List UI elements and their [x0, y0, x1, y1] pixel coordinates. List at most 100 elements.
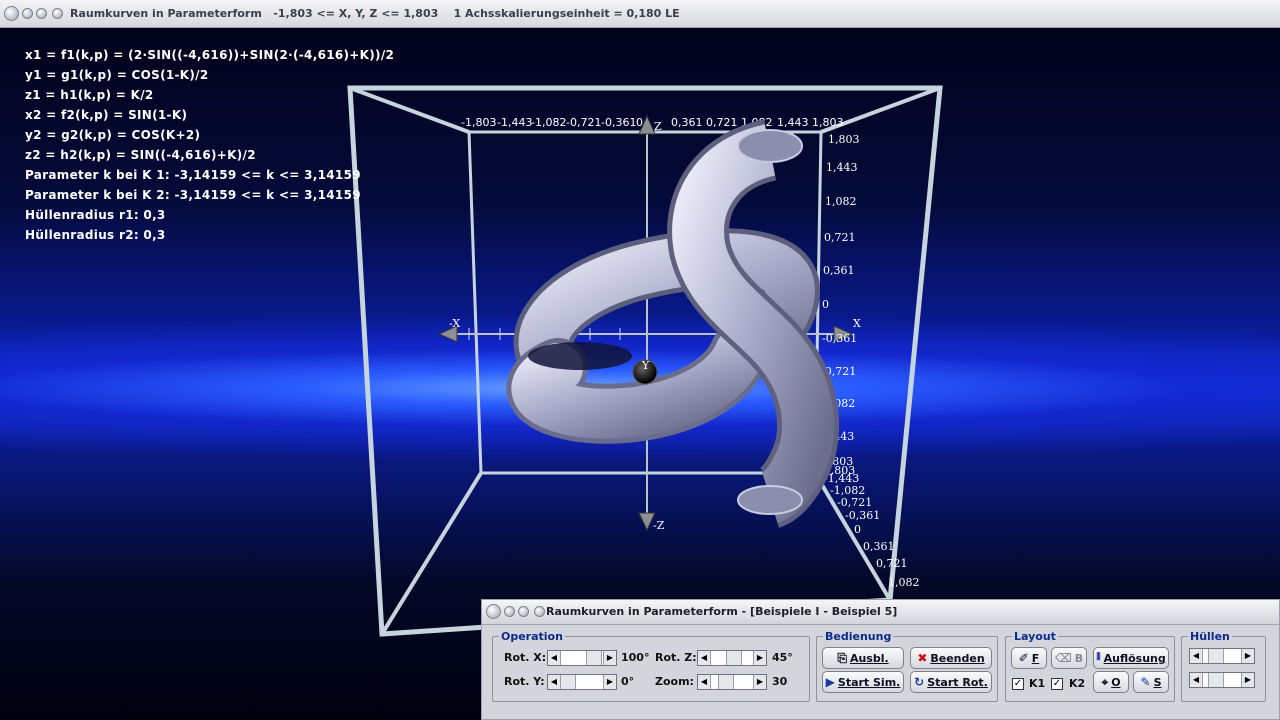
- operation-group: Operation: [492, 630, 810, 702]
- layout-legend: Layout: [1014, 630, 1056, 643]
- control-window-controls: [486, 604, 545, 619]
- arrow-right-icon[interactable]: ▶: [603, 675, 616, 689]
- eraser-icon: ⌫: [1054, 651, 1072, 665]
- rot-z-label: Rot. Z:: [655, 651, 697, 664]
- arrow-right-icon[interactable]: ▶: [603, 651, 616, 665]
- formula-line: Parameter k bei K 2: -3,14159 <= k <= 3,…: [25, 188, 361, 202]
- formula-line: y2 = g2(k,p) = COS(K+2): [25, 128, 201, 142]
- x-axis-label: X: [853, 317, 861, 330]
- z-tick-label: 0,721: [824, 231, 856, 244]
- control-titlebar[interactable]: Raumkurven in Parameterform - [Beispiele…: [482, 600, 1279, 625]
- x-tick-label: 1,803: [812, 116, 844, 129]
- formula-line: x2 = f2(k,p) = SIN(1-K): [25, 108, 188, 122]
- formula-line: y1 = g1(k,p) = COS(1-K)/2: [25, 68, 209, 82]
- zoom-value: 30: [772, 675, 788, 688]
- rot-x-value: 100°: [621, 651, 650, 664]
- y-tick-label: -0,721: [837, 496, 872, 509]
- formula-line: Hüllenradius r1: 0,3: [25, 208, 166, 222]
- arrow-right-icon[interactable]: ▶: [753, 675, 766, 689]
- formula-line: z1 = h1(k,p) = K/2: [25, 88, 154, 102]
- operation-legend: Operation: [501, 630, 563, 643]
- arrow-left-icon[interactable]: ◀: [548, 651, 561, 665]
- y-tick-label: 1,082: [888, 576, 920, 589]
- y-tick-label: 0: [854, 523, 861, 536]
- k1-checkbox[interactable]: ✓: [1012, 678, 1024, 690]
- bedienung-legend: Bedienung: [825, 630, 892, 643]
- slider-thumb[interactable]: [1208, 649, 1224, 663]
- close-control-button[interactable]: [486, 604, 501, 619]
- x-tick-label: 0,361: [671, 116, 703, 129]
- x-tick-label: 0,721: [706, 116, 738, 129]
- x-tick-label: -1,443: [497, 116, 532, 129]
- y-axis-label: Y: [641, 359, 650, 372]
- slider-thumb[interactable]: [560, 675, 576, 689]
- formula-line: Hüllenradius r2: 0,3: [25, 228, 166, 242]
- zoom-slider[interactable]: ◀ ▶: [697, 674, 767, 690]
- ausblenden-button[interactable]: ⎘ Ausbl.: [822, 647, 904, 669]
- huelle-k2-slider[interactable]: ◀ ▶: [1189, 672, 1255, 688]
- o-button[interactable]: ⌖ O: [1093, 671, 1129, 693]
- k2-checkbox[interactable]: ✓: [1051, 678, 1063, 690]
- y-tick-label: 0,361: [863, 540, 895, 553]
- k2-label: K2: [1069, 677, 1086, 690]
- pen-icon: ✎: [1140, 675, 1151, 689]
- formula-panel: x1 = f1(k,p) = (2·SIN((-4,616))+SIN(2·(-…: [25, 45, 394, 245]
- slider-thumb[interactable]: [1208, 673, 1224, 687]
- slider-thumb[interactable]: [726, 651, 742, 665]
- resolution-icon: ⦀: [1096, 652, 1101, 663]
- maximize-control-button[interactable]: [518, 606, 529, 617]
- neg-x-axis-label: -X: [449, 317, 460, 330]
- rotate-icon: ↻: [914, 675, 925, 689]
- neg-z-axis-label: -Z: [653, 519, 665, 532]
- x-tick-label: -0,721: [566, 116, 601, 129]
- arrow-left-icon[interactable]: ◀: [698, 675, 711, 689]
- rot-y-label: Rot. Y:: [504, 675, 545, 688]
- x-tick-label: -0,361: [601, 116, 636, 129]
- z-axis-label: Z: [654, 120, 662, 133]
- slider-thumb[interactable]: [586, 651, 602, 665]
- k1-label: K1: [1029, 677, 1046, 690]
- y-tick-label: 0,721: [876, 557, 908, 570]
- x-tick-label: 1,443: [777, 116, 809, 129]
- start-rot-button[interactable]: ↻ Start Rot.: [910, 671, 992, 693]
- arrow-right-icon[interactable]: ▶: [1241, 649, 1254, 663]
- rot-z-value: 45°: [772, 651, 793, 664]
- arrow-left-icon[interactable]: ◀: [1190, 649, 1203, 663]
- z-tick-label: 1,443: [826, 161, 858, 174]
- s-button[interactable]: ✎ S: [1133, 671, 1169, 693]
- rot-x-slider[interactable]: ◀ ▶: [547, 650, 617, 666]
- formula-line: Parameter k bei K 1: -3,14159 <= k <= 3,…: [25, 168, 361, 182]
- arrow-right-icon[interactable]: ▶: [753, 651, 766, 665]
- start-sim-button[interactable]: ▶ Start Sim.: [822, 671, 904, 693]
- f-button[interactable]: ✐ F: [1011, 647, 1047, 669]
- minimize-control-button[interactable]: [504, 606, 515, 617]
- zoom-label: Zoom:: [655, 675, 694, 688]
- close-icon: ✖: [917, 651, 928, 665]
- arrow-left-icon[interactable]: ◀: [1190, 673, 1203, 687]
- control-window-title: Raumkurven in Parameterform - [Beispiele…: [546, 605, 898, 618]
- z-tick-label: -0,361: [822, 332, 857, 345]
- rot-z-slider[interactable]: ◀ ▶: [697, 650, 767, 666]
- rot-y-slider[interactable]: ◀ ▶: [547, 674, 617, 690]
- formula-line: z2 = h2(k,p) = SIN((-4,616)+K)/2: [25, 148, 256, 162]
- b-button[interactable]: ⌫ B: [1051, 647, 1087, 669]
- huellen-group: Hüllen: [1181, 630, 1266, 702]
- curve-k2-tube: [667, 119, 839, 528]
- x-tick-label: -1,082: [531, 116, 566, 129]
- beenden-button[interactable]: ✖ Beenden: [910, 647, 992, 669]
- aufloesung-button[interactable]: ⦀ Auflösung: [1093, 647, 1169, 669]
- huellen-legend: Hüllen: [1190, 630, 1230, 643]
- z-tick-label: 1,082: [825, 195, 857, 208]
- z-tick-label: 1,803: [828, 133, 860, 146]
- formula-line: x1 = f1(k,p) = (2·SIN((-4,616))+SIN(2·(-…: [25, 48, 395, 62]
- play-icon: ▶: [825, 675, 835, 689]
- hide-icon: ⎘: [837, 651, 847, 665]
- z-tick-label: 0,361: [823, 264, 855, 277]
- arrow-left-icon[interactable]: ◀: [698, 651, 711, 665]
- brush-icon: ✐: [1018, 651, 1029, 665]
- control-window: Raumkurven in Parameterform - [Beispiele…: [481, 599, 1280, 720]
- menu-control-button[interactable]: [534, 606, 545, 617]
- huelle-k1-slider[interactable]: ◀ ▶: [1189, 648, 1255, 664]
- arrow-right-icon[interactable]: ▶: [1241, 673, 1254, 687]
- slider-thumb[interactable]: [718, 675, 734, 689]
